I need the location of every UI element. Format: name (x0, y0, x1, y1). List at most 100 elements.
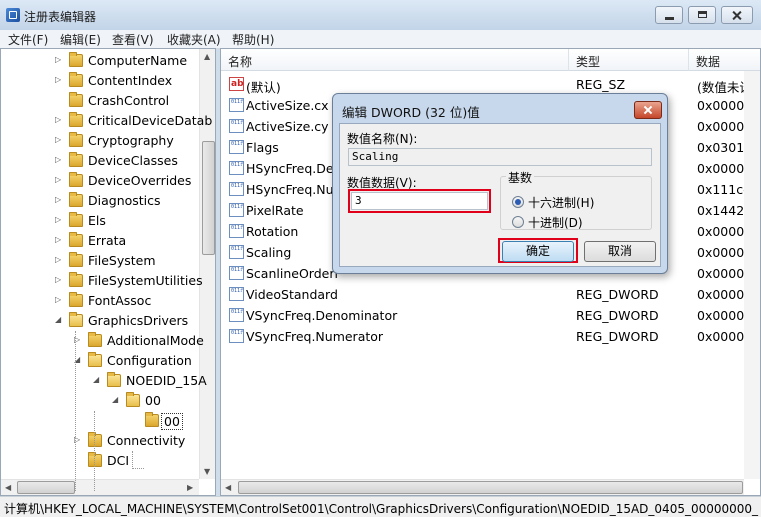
cell-data: (数值未设 (697, 80, 744, 95)
table-row[interactable]: (默认)REG_SZ(数值未设 (221, 74, 760, 95)
menu-file[interactable]: 文件(F) (8, 31, 48, 48)
collapsed-arrow-icon[interactable]: ▷ (55, 55, 61, 64)
tree-node[interactable]: ▷ CriticalDeviceDatab (1, 111, 212, 131)
tree-node-label: CriticalDeviceDatab (88, 113, 213, 128)
scroll-down-icon[interactable]: ▼ (204, 467, 210, 476)
tree-node-label: FileSystemUtilities (88, 273, 203, 288)
tree-node-label: Configuration (107, 353, 192, 368)
menu-bar: 文件(F) 编辑(E) 查看(V) 收藏夹(A) 帮助(H) (0, 30, 761, 49)
tree-node[interactable]: ◢ GraphicsDrivers (1, 311, 199, 331)
radio-hexadecimal[interactable] (512, 196, 524, 208)
collapsed-arrow-icon[interactable]: ▷ (55, 255, 61, 264)
cancel-button[interactable]: 取消 (584, 241, 656, 262)
radio-hexadecimal-label[interactable]: 十六进制(H) (528, 194, 594, 211)
tree-node-label: Connectivity (107, 433, 186, 448)
minimize-button[interactable] (655, 6, 683, 24)
cell-data: 0x000004 (697, 98, 744, 113)
cell-name: VSyncFreq.Denominator (246, 308, 398, 323)
tree-node-label: DeviceOverrides (88, 173, 192, 188)
menu-view[interactable]: 查看(V) (112, 31, 154, 48)
folder-icon (126, 392, 140, 407)
tree-scroll-thumb[interactable] (202, 141, 215, 255)
menu-favorites[interactable]: 收藏夹(A) (167, 31, 221, 48)
scroll-right-icon[interactable]: ▶ (187, 483, 193, 492)
tree-node[interactable]: ▷ DeviceClasses (1, 151, 199, 171)
folder-icon (69, 112, 83, 127)
tree-node[interactable]: ▷ FontAssoc (1, 291, 199, 311)
dialog-close-button[interactable] (634, 101, 662, 119)
collapsed-arrow-icon[interactable]: ▷ (55, 175, 61, 184)
radio-decimal-label[interactable]: 十进制(D) (528, 214, 583, 231)
tree-node[interactable]: ▷ FileSystem (1, 251, 199, 271)
registry-tree[interactable]: ▲ ▼ ◀ ▶ ▷ ComputerName ▷ ContentIndex CrashC… (0, 48, 216, 496)
tree-node[interactable]: ▷ Errata (1, 231, 199, 251)
value-data-input[interactable]: 3 (351, 192, 488, 210)
expanded-arrow-icon[interactable]: ◢ (112, 395, 118, 404)
tree-node[interactable]: ▷ FileSystemUtilities (1, 271, 203, 291)
table-row[interactable]: VSyncFreq.Denominator REG_DWORD 0x000003 (221, 305, 760, 326)
table-row[interactable]: VSyncFreq.Numerator REG_DWORD 0x0000ea (221, 326, 760, 347)
collapsed-arrow-icon[interactable]: ▷ (55, 135, 61, 144)
collapsed-arrow-icon[interactable]: ▷ (55, 295, 61, 304)
radio-decimal[interactable] (512, 216, 524, 228)
cell-data: 0x000003 (697, 119, 744, 134)
collapsed-arrow-icon[interactable]: ▷ (55, 215, 61, 224)
binary-value-icon (229, 245, 244, 259)
collapsed-arrow-icon[interactable]: ▷ (55, 235, 61, 244)
column-header-type[interactable]: 类型 (569, 49, 689, 71)
tree-node[interactable]: ▷ DeviceOverrides (1, 171, 199, 191)
tree-node[interactable]: ▷ Cryptography (1, 131, 199, 151)
folder-icon (69, 212, 83, 227)
scroll-up-icon[interactable]: ▲ (204, 52, 210, 61)
folder-icon (69, 92, 83, 107)
tree-hscroll-thumb[interactable] (17, 481, 75, 494)
collapsed-arrow-icon[interactable]: ▷ (55, 115, 61, 124)
tree-node[interactable]: ◢ Configuration (1, 351, 199, 371)
scroll-left-icon[interactable]: ◀ (5, 483, 11, 492)
tree-node[interactable]: ▷ Connectivity (1, 431, 199, 451)
column-header-data[interactable]: 数据 (689, 49, 760, 71)
tree-node-label: 00 (161, 413, 183, 430)
tree-node[interactable]: 00 (1, 411, 199, 431)
tree-node[interactable]: ◢ NOEDID_15A (1, 371, 207, 391)
cell-data: 0x1442dd (697, 203, 744, 218)
list-hscroll-thumb[interactable] (238, 481, 743, 494)
ok-button[interactable]: 确定 (502, 241, 574, 262)
collapsed-arrow-icon[interactable]: ▷ (55, 195, 61, 204)
window-title: 注册表编辑器 (24, 10, 97, 24)
expanded-arrow-icon[interactable]: ◢ (55, 315, 61, 324)
tree-node[interactable]: ▷ AdditionalMode (1, 331, 204, 351)
regedit-window: 注册表编辑器 文件(F) 编辑(E) 查看(V) 收藏夹(A) 帮助(H) ▲ … (0, 0, 761, 517)
binary-value-icon (229, 308, 244, 322)
cell-data: 0x111ccc( (697, 182, 744, 197)
folder-icon (69, 292, 83, 307)
title-bar[interactable]: 注册表编辑器 (0, 0, 761, 30)
scroll-left-icon[interactable]: ◀ (225, 483, 231, 492)
folder-icon (145, 412, 159, 427)
tree-node[interactable]: DCI (1, 451, 199, 471)
collapsed-arrow-icon[interactable]: ▷ (55, 155, 61, 164)
tree-node-label: FontAssoc (88, 293, 152, 308)
tree-node[interactable]: ▷ ComputerName (1, 51, 199, 71)
dialog-title: 编辑 DWORD (32 位)值 (342, 105, 480, 120)
cell-data: 0x000000 (697, 224, 744, 239)
tree-node[interactable]: CrashControl (1, 91, 199, 111)
tree-node[interactable]: ◢ 00 (1, 391, 199, 411)
table-row[interactable]: VideoStandard REG_DWORD 0x000000 (221, 284, 760, 305)
tree-node[interactable]: ▷ Els (1, 211, 199, 231)
tree-node[interactable]: ▷ Diagnostics (1, 191, 199, 211)
edit-dword-dialog: 编辑 DWORD (32 位)值 数值名称(N): Scaling 数值数据(V… (332, 93, 668, 274)
collapsed-arrow-icon[interactable]: ▷ (55, 275, 61, 284)
menu-help[interactable]: 帮助(H) (232, 31, 274, 48)
menu-edit[interactable]: 编辑(E) (60, 31, 101, 48)
maximize-button[interactable] (688, 6, 716, 24)
cell-data: 0x000003 (697, 161, 744, 176)
tree-node[interactable]: ▷ ContentIndex (1, 71, 199, 91)
column-header-name[interactable]: 名称 (221, 49, 569, 71)
status-bar: 计算机\HKEY_LOCAL_MACHINE\SYSTEM\ControlSet… (0, 496, 761, 517)
close-button[interactable] (721, 6, 753, 24)
tree-node-label: NOEDID_15A (126, 373, 207, 388)
folder-icon (69, 312, 83, 327)
expanded-arrow-icon[interactable]: ◢ (93, 375, 99, 384)
collapsed-arrow-icon[interactable]: ▷ (55, 75, 61, 84)
